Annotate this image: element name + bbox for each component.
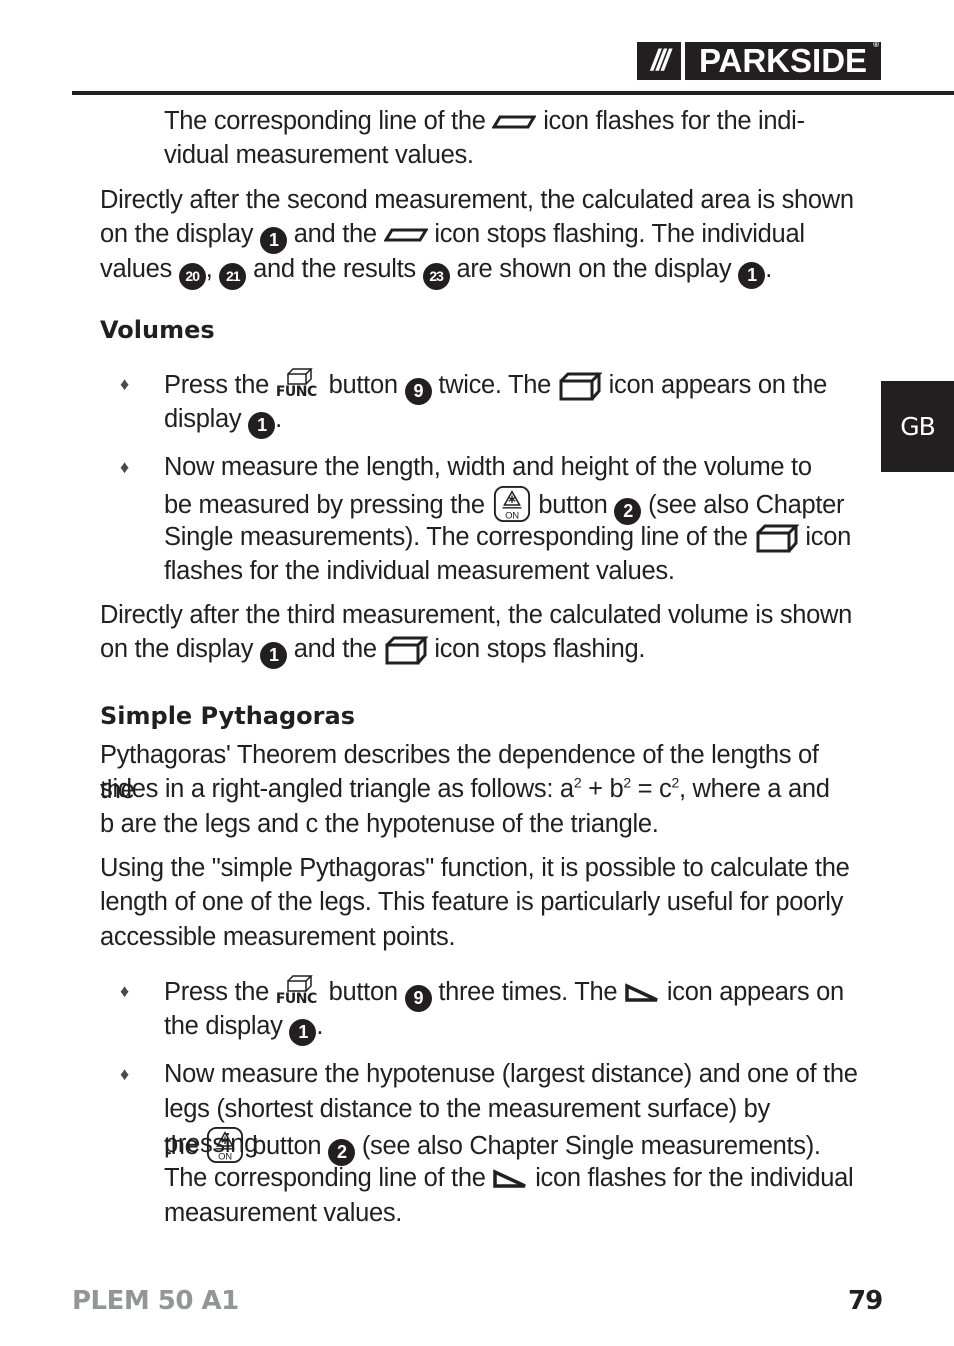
ref-display: 1 bbox=[259, 227, 287, 254]
volumes-step-2-line-1: Now measure the length, width and height… bbox=[164, 453, 812, 481]
volume-icon bbox=[558, 371, 602, 401]
pythagoras-step-2-line-4: The corresponding line of the icon flash… bbox=[164, 1164, 854, 1192]
ref-func-button: 9 bbox=[404, 378, 432, 405]
logo-wordmark: PARKSIDE ® bbox=[685, 40, 881, 80]
on-measure-button-icon bbox=[205, 1126, 245, 1164]
volume-icon bbox=[755, 523, 799, 553]
pythagoras-step-2-line-3: the button 2 (see also Chapter Single me… bbox=[164, 1126, 864, 1166]
volumes-step-2-line-3: Single measurements). The corresponding … bbox=[164, 520, 864, 555]
volumes-step-1: Press the FUNC button 9 twice. The icon … bbox=[164, 367, 864, 405]
parkside-logo: /// PARKSIDE ® bbox=[637, 40, 881, 80]
ref-display: 1 bbox=[248, 412, 276, 439]
intro-line-1: The corresponding line of the icon flash… bbox=[164, 107, 805, 135]
area-icon bbox=[492, 115, 536, 129]
header-rule bbox=[72, 91, 954, 95]
pythagoras-step-2-line-1: Now measure the hypotenuse (largest dist… bbox=[164, 1060, 858, 1088]
pythagoras-triangle-icon bbox=[624, 983, 660, 1003]
language-tab: GB bbox=[881, 381, 954, 472]
ref-display: 1 bbox=[289, 1019, 317, 1046]
area-result-line-1: Directly after the second measurement, t… bbox=[100, 186, 854, 214]
func-button-icon: FUNC bbox=[276, 367, 322, 401]
volumes-step-1-cont: display 1. bbox=[164, 402, 864, 439]
pythagoras-p2-line-3: accessible measurement points. bbox=[100, 923, 456, 951]
volumes-heading: Volumes bbox=[100, 316, 215, 344]
ref-value-b: 21 bbox=[219, 263, 247, 290]
pythagoras-p1-line-3: b are the legs and c the hypotenuse of t… bbox=[100, 810, 659, 838]
bullet-icon: ♦ bbox=[120, 457, 130, 477]
pythagoras-p2-line-2: length of one of the legs. This feature … bbox=[100, 888, 844, 916]
pythagoras-step-1: Press the FUNC button 9 three times. The… bbox=[164, 974, 864, 1012]
ref-value-a: 20 bbox=[178, 263, 206, 290]
area-icon bbox=[384, 228, 428, 242]
pythagoras-step-1-cont: the display 1. bbox=[164, 1009, 864, 1046]
area-result-line-3: values 20, 21 and the results 23 are sho… bbox=[100, 252, 860, 290]
volume-result-line-1: Directly after the third measurement, th… bbox=[100, 601, 853, 629]
pythagoras-p2-line-1: Using the "simple Pythagoras" function, … bbox=[100, 854, 850, 882]
volumes-step-2-line-4: flashes for the individual measurement v… bbox=[164, 557, 675, 585]
pythagoras-p1-line-2: sides in a right-angled triangle as foll… bbox=[100, 774, 830, 803]
pythagoras-step-2-line-5: measurement values. bbox=[164, 1199, 403, 1227]
page-number: 79 bbox=[848, 1286, 883, 1316]
volumes-step-2-line-2: be measured by pressing the button 2 (se… bbox=[164, 485, 864, 525]
bullet-icon: ♦ bbox=[120, 981, 130, 1001]
volume-icon bbox=[384, 635, 428, 665]
registered-mark: ® bbox=[873, 40, 879, 49]
intro-line-2: vidual measurement values. bbox=[164, 141, 474, 169]
bullet-icon: ♦ bbox=[120, 1064, 130, 1084]
logo-text: PARKSIDE bbox=[698, 42, 868, 79]
func-button-icon: FUNC bbox=[276, 974, 322, 1008]
volume-result-line-2: on the display 1 and the icon stops flas… bbox=[100, 632, 860, 669]
logo-slashes: /// bbox=[637, 42, 681, 80]
ref-display: 1 bbox=[738, 262, 766, 289]
ref-func-button: 9 bbox=[404, 985, 432, 1012]
pythagoras-triangle-icon bbox=[492, 1169, 528, 1189]
ref-display: 1 bbox=[259, 642, 287, 669]
bullet-icon: ♦ bbox=[120, 374, 130, 394]
footer-model-number: PLEM 50 A1 bbox=[72, 1286, 239, 1316]
pythagoras-heading: Simple Pythagoras bbox=[100, 702, 355, 730]
area-result-line-2: on the display 1 and the icon stops flas… bbox=[100, 217, 860, 254]
ref-results: 23 bbox=[422, 263, 450, 290]
on-measure-button-icon bbox=[492, 485, 532, 523]
